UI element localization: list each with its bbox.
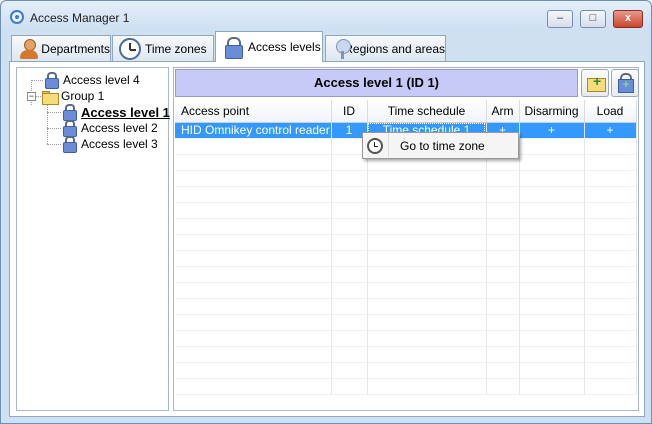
tab-departments[interactable]: Departments	[11, 35, 111, 61]
maximize-button[interactable]: □	[580, 10, 606, 28]
cell-disarming[interactable]: +	[519, 122, 585, 139]
close-button[interactable]: x	[613, 10, 643, 28]
column-header-id[interactable]: ID	[331, 100, 368, 123]
empty-row	[175, 234, 637, 251]
tab-content: Access level 4 − Group 1 Access level 1 …	[9, 61, 645, 417]
app-window: Access Manager 1 – □ x Departments Time …	[0, 0, 652, 424]
context-menu: Go to time zone	[362, 132, 519, 159]
minimize-button[interactable]: –	[547, 10, 573, 28]
map-pin-icon	[332, 38, 352, 60]
access-level-panel: Access level 1 (ID 1) Access point ID	[173, 67, 639, 411]
empty-row	[175, 170, 637, 187]
tree-item-access-level-3[interactable]: Access level 3	[62, 136, 158, 153]
empty-row	[175, 378, 637, 395]
column-header-load[interactable]: Load	[584, 100, 637, 123]
empty-row	[175, 298, 637, 315]
tree-item-label: Group 1	[61, 89, 105, 103]
empty-row	[175, 250, 637, 267]
tree-item-label: Access level 4	[63, 73, 140, 87]
folder-open-icon	[42, 88, 59, 105]
empty-row	[175, 330, 637, 347]
tree-item-access-level-2[interactable]: Access level 2	[62, 120, 158, 137]
add-folder-icon	[582, 70, 608, 96]
window-title: Access Manager 1	[30, 11, 130, 25]
person-icon	[18, 38, 39, 60]
empty-row	[175, 202, 637, 219]
lock-icon	[222, 36, 244, 59]
add-group-button[interactable]	[581, 69, 609, 97]
tree-item-group-1[interactable]: Group 1	[42, 88, 105, 105]
tab-label: Access levels	[248, 40, 321, 54]
access-level-tree[interactable]: Access level 4 − Group 1 Access level 1 …	[16, 67, 170, 411]
tree-item-label: Access level 3	[81, 137, 158, 151]
title-bar[interactable]: Access Manager 1 – □ x	[1, 1, 651, 31]
tab-label: Departments	[41, 41, 110, 56]
tab-time-zones[interactable]: Time zones	[112, 35, 214, 61]
collapse-group-button[interactable]: −	[27, 92, 36, 101]
menu-separator	[388, 134, 389, 157]
tree-item-access-level-1[interactable]: Access level 1	[62, 104, 170, 121]
lock-icon	[44, 72, 59, 89]
column-header-arm[interactable]: Arm	[486, 100, 520, 123]
clock-icon	[367, 137, 383, 154]
cell-load[interactable]: +	[584, 122, 637, 139]
lock-icon	[62, 104, 77, 121]
tree-line	[47, 144, 61, 145]
tree-line	[31, 80, 43, 81]
column-header-access-point[interactable]: Access point	[175, 100, 332, 123]
add-access-level-button[interactable]	[611, 69, 639, 97]
empty-row	[175, 362, 637, 379]
add-lock-icon	[612, 70, 638, 96]
empty-row	[175, 314, 637, 331]
empty-row	[175, 218, 637, 235]
lock-icon	[62, 136, 77, 153]
tab-regions-and-areas[interactable]: Regions and areas	[325, 35, 446, 61]
menu-item-go-to-time-zone[interactable]: Go to time zone	[400, 139, 485, 153]
app-icon	[10, 10, 24, 24]
cell-access-point[interactable]: HID Omnikey control reader 1	[175, 122, 332, 139]
empty-row	[175, 282, 637, 299]
tree-item-label: Access level 1	[81, 104, 170, 120]
empty-row	[175, 346, 637, 363]
tab-access-levels[interactable]: Access levels	[215, 31, 323, 62]
clock-icon	[119, 37, 141, 60]
tab-label: Regions and areas	[344, 41, 445, 56]
tab-label: Time zones	[145, 41, 207, 56]
empty-row	[175, 186, 637, 203]
lock-icon	[62, 120, 77, 137]
empty-row	[175, 266, 637, 283]
column-header-disarming[interactable]: Disarming	[519, 100, 585, 123]
tree-line	[47, 104, 48, 144]
tree-item-label: Access level 2	[81, 121, 158, 135]
tree-item-access-level-4[interactable]: Access level 4	[44, 72, 140, 89]
panel-header: Access level 1 (ID 1)	[175, 69, 578, 97]
tree-line	[47, 112, 61, 113]
column-header-time-schedule[interactable]: Time schedule	[367, 100, 487, 123]
tab-bar: Departments Time zones Access levels Reg…	[9, 31, 645, 62]
tree-line	[47, 128, 61, 129]
